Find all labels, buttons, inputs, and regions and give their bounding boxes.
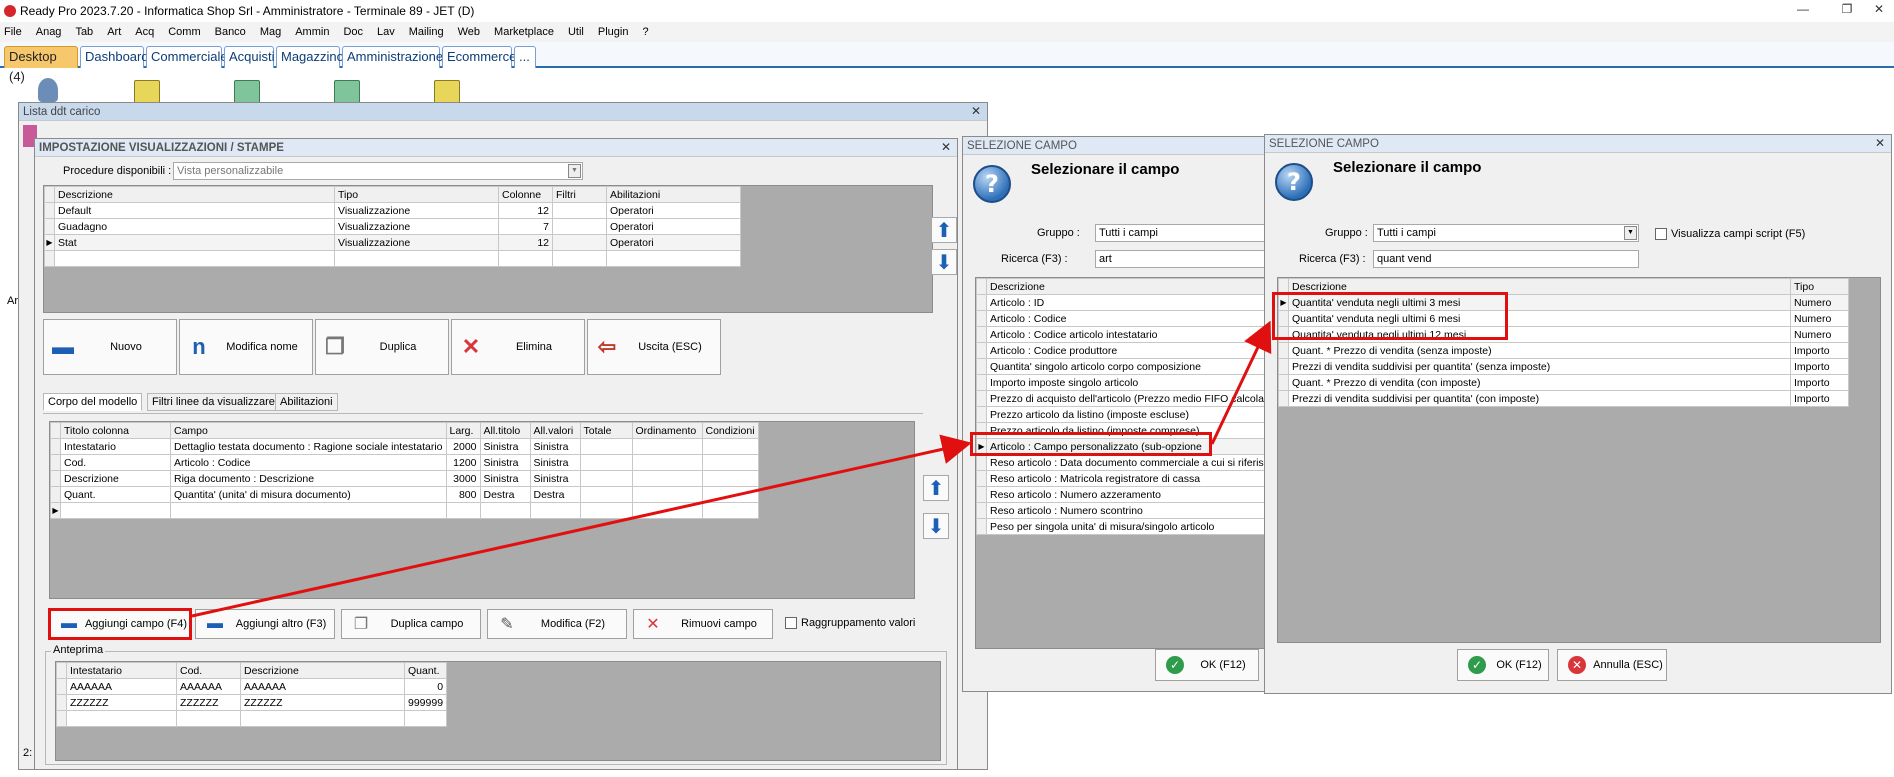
arrow-line [191, 434, 972, 618]
arrow-line [1210, 320, 1272, 445]
annotation-arrows [191, 320, 1272, 618]
